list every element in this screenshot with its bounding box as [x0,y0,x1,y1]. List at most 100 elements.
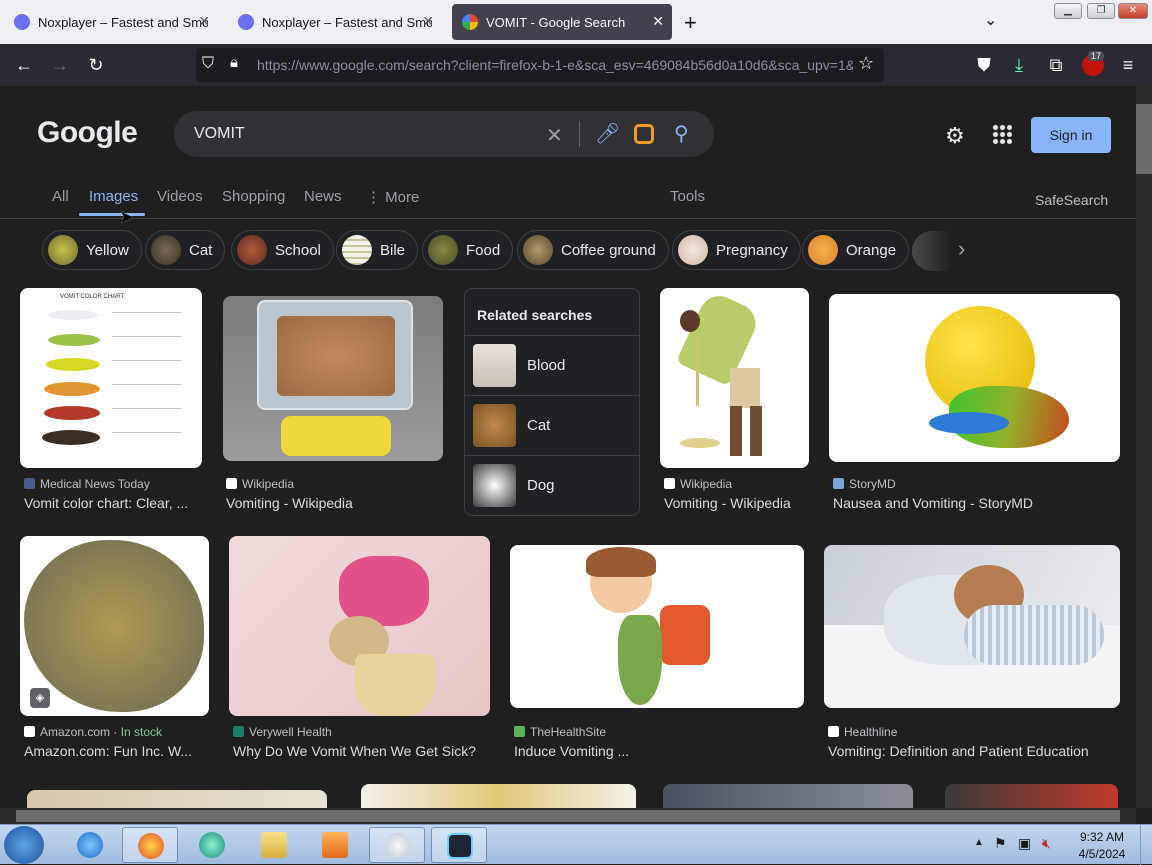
list-tabs-chevron-down-icon[interactable]: ⌄ [984,10,997,30]
related-item-blood[interactable]: Blood [465,335,639,395]
tab-noxplayer-1[interactable]: Noxplayer – Fastest and Smooth ✕ [4,4,218,40]
source-name: Healthline [844,725,898,739]
result-title[interactable]: Why Do We Vomit When We Get Sick? [233,743,491,759]
show-desktop-button[interactable] [1140,825,1152,865]
taskbar-paint[interactable] [369,827,425,863]
chart-text-lines [112,308,182,448]
result-image-cartoon-boy[interactable] [510,545,804,708]
safesearch-button[interactable]: SafeSearch [1035,192,1108,208]
result-title[interactable]: Vomit color chart: Clear, ... [24,495,200,511]
result-image-person-bucket[interactable] [229,536,490,716]
search-magnifier-icon[interactable]: ⚲ [674,121,689,146]
chip-partial[interactable] [912,231,952,271]
pocket-icon[interactable]: ⛊ [973,54,995,76]
start-button[interactable] [4,826,44,864]
extensions-icon[interactable]: ⧉ [1045,54,1067,76]
volume-muted-icon[interactable]: 🔇︎ [1042,835,1051,852]
related-item-dog[interactable]: Dog [465,455,639,515]
result-image-partial[interactable] [945,784,1118,808]
result-image-man-vomiting[interactable] [660,288,809,468]
result-image-partial[interactable] [27,790,327,808]
tab-images[interactable]: Images [89,188,138,205]
result-title[interactable]: Vomiting: Definition and Patient Educati… [828,743,1120,759]
chip-orange[interactable]: Orange [802,230,910,270]
reload-icon[interactable]: ↻ [85,54,107,76]
tab-noxplayer-2[interactable]: Noxplayer – Fastest and Smooth ✕ [228,4,442,40]
chip-bile[interactable]: Bile [336,230,419,270]
source-name: Medical News Today [40,477,150,491]
maximize-button[interactable]: ❐ [1087,3,1115,19]
result-image-vomit-tray[interactable] [223,296,443,461]
close-tab-icon[interactable]: ✕ [198,13,210,30]
product-tag-icon[interactable]: ◈ [30,688,50,708]
scrollbar-thumb[interactable] [16,810,1120,822]
horizontal-scrollbar[interactable] [0,808,1136,824]
forward-arrow-icon[interactable]: → [49,54,71,76]
taskbar-nox[interactable] [431,827,487,863]
chip-coffee-ground[interactable]: Coffee ground [517,230,669,270]
download-icon[interactable]: ⤓ [1008,54,1030,76]
action-center-flag-icon[interactable]: ⚑ [994,835,1007,852]
back-arrow-icon[interactable]: ← [13,54,35,76]
related-item-cat[interactable]: Cat [465,395,639,455]
url-text[interactable]: https://www.google.com/search?client=fir… [257,57,853,73]
microphone-icon[interactable]: 🎤︎ [595,121,620,146]
show-hidden-icons-icon[interactable]: ▲ [974,837,984,848]
bookmark-star-icon[interactable]: ☆ [858,53,874,74]
search-query[interactable]: VOMIT [194,125,245,143]
tab-shopping[interactable]: Shopping [222,188,285,205]
url-bar[interactable]: ⛉ 🔒︎ https://www.google.com/search?clien… [196,48,884,82]
google-lens-icon[interactable] [634,124,654,144]
clock-date[interactable]: 4/5/2024 [1070,847,1134,861]
result-title[interactable]: Nausea and Vomiting - StoryMD [833,495,1113,511]
shield-icon[interactable]: ⛉ [202,55,214,73]
tab-videos[interactable]: Videos [157,188,203,205]
result-image-partial[interactable] [663,784,913,808]
lock-icon[interactable]: 🔒︎ [230,54,238,71]
result-image-emoji-vomiting[interactable] [829,294,1120,462]
taskbar-media-player[interactable] [307,827,363,863]
result-image-partial[interactable] [361,784,636,808]
taskbar-firefox[interactable] [122,827,178,863]
clear-search-icon[interactable]: ✕ [546,123,563,148]
result-image-vomit-color-chart[interactable]: VOMIT COLOR CHART [20,288,202,468]
tab-news[interactable]: News [304,188,342,205]
new-tab-button[interactable]: + [684,10,697,36]
chips-next-chevron-right-icon[interactable]: › [958,236,965,262]
result-title[interactable]: Amazon.com: Fun Inc. W... [24,743,208,759]
google-logo[interactable]: Google [37,116,138,150]
network-icon[interactable]: ▣ [1018,835,1031,852]
close-tab-icon[interactable]: ✕ [422,13,434,30]
chip-yellow[interactable]: Yellow [42,230,142,270]
taskbar-file-explorer[interactable] [246,827,302,863]
close-window-button[interactable]: ✕ [1118,3,1148,19]
google-apps-grid-icon[interactable] [992,124,1012,144]
chip-label: Coffee ground [561,241,656,259]
result-title[interactable]: Induce Vomiting ... [514,743,804,759]
minimize-button[interactable]: ▁ [1054,3,1082,19]
clock-time[interactable]: 9:32 AM [1070,830,1134,844]
tab-more[interactable]: ⋮ More [366,188,419,206]
close-tab-icon[interactable]: ✕ [652,13,664,30]
thehealthsite-favicon-icon [514,726,525,737]
sign-in-button[interactable]: Sign in [1031,117,1111,153]
menu-hamburger-icon[interactable]: ≡ [1117,54,1139,76]
scrollbar-thumb[interactable] [1136,104,1152,174]
vertical-scrollbar[interactable] [1136,86,1152,808]
result-image-fake-vomit[interactable]: ◈ [20,536,209,716]
related-label: Dog [527,477,555,494]
result-image-sick-woman[interactable] [824,545,1120,708]
result-title[interactable]: Vomiting - Wikipedia [664,495,809,511]
taskbar-internet-explorer[interactable] [62,827,118,863]
tab-google-search[interactable]: VOMIT - Google Search ✕ [452,4,672,40]
chip-pregnancy[interactable]: Pregnancy [672,230,801,270]
search-input[interactable]: VOMIT ✕ 🎤︎ ⚲ [174,111,714,157]
taskbar-app[interactable] [184,827,240,863]
settings-gear-icon[interactable]: ⚙ [945,123,965,149]
chip-school[interactable]: School [231,230,334,270]
tab-all[interactable]: All [52,188,69,205]
chip-cat[interactable]: Cat [145,230,226,270]
result-title[interactable]: Vomiting - Wikipedia [226,495,436,511]
tools-button[interactable]: Tools [670,188,705,205]
chip-food[interactable]: Food [422,230,514,270]
